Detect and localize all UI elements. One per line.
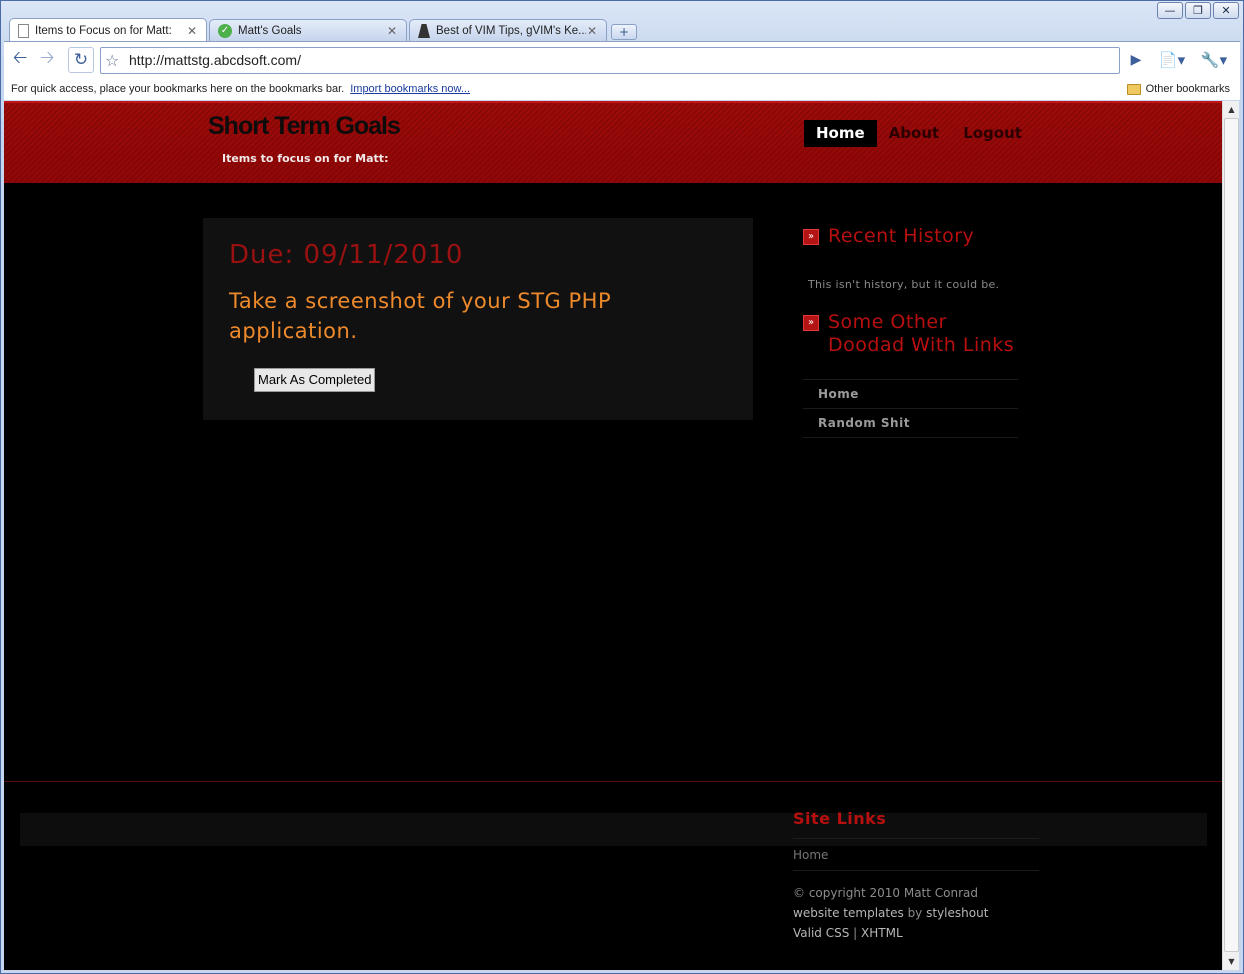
mark-completed-button[interactable]: Mark As Completed [254,368,376,392]
star-icon[interactable]: ☆ [105,51,127,70]
copyright: © copyright 2010 Matt Conrad [793,886,978,900]
nav-about[interactable]: About [877,120,952,147]
footer-site-links: Site Links Home © copyright 2010 Matt Co… [793,809,1039,943]
browser-toolbar: 🡠 🡢 ↻ ☆ http://mattstg.abcdsoft.com/ ▶ 📄… [4,41,1240,78]
goal-text: Take a screenshot of your STG PHP applic… [229,289,612,343]
footer-text: © copyright 2010 Matt Conrad website tem… [793,883,1039,943]
templates-link[interactable]: website templates [793,906,904,920]
raquo-icon: » [803,315,819,331]
scroll-up-icon[interactable]: ▲ [1223,101,1240,118]
address-bar[interactable]: ☆ http://mattstg.abcdsoft.com/ [100,46,1120,74]
sidebar-link-home[interactable]: Home [803,380,1018,409]
check-icon: ✓ [218,24,232,38]
raquo-icon: » [803,229,819,245]
page-icon [18,23,29,38]
other-bookmarks-button[interactable]: Other bookmarks [1126,83,1230,95]
vim-icon [418,24,430,38]
bookmarks-bar: For quick access, place your bookmarks h… [4,78,1240,100]
recent-history-text: This isn't history, but it could be. [808,278,1000,291]
close-window-button[interactable]: ✕ [1213,2,1239,19]
back-button[interactable]: 🡠 [8,47,32,72]
recent-history-heading: » Recent History [803,225,1018,248]
tab-items-to-focus[interactable]: Items to Focus on for Matt: ✕ [9,18,207,42]
maximize-button[interactable]: ❐ [1185,2,1211,19]
sidebar-link-random[interactable]: Random Shit [803,409,1018,438]
recent-history-title: Recent History [828,225,975,247]
links-title: Some Other Doodad With Links [828,311,1015,356]
other-bookmarks-label: Other bookmarks [1145,83,1230,95]
sidebar-links: Home Random Shit [803,379,1018,438]
bookmarks-hint: For quick access, place your bookmarks h… [11,83,345,95]
footer-title: Site Links [793,809,1039,839]
xhtml-link[interactable]: XHTML [861,926,903,940]
tab-title: Items to Focus on for Matt: [35,24,172,37]
site-title[interactable]: Short Term Goals [208,112,401,141]
tab-title: Matt's Goals [238,25,302,37]
tab-matts-goals[interactable]: ✓ Matt's Goals ✕ [209,19,407,42]
site-header: Short Term Goals Items to focus on for M… [4,101,1222,183]
due-date: Due: 09/11/2010 [229,240,464,270]
footer-link-home[interactable]: Home [793,839,1039,871]
footer-divider [4,781,1222,782]
scroll-down-icon[interactable]: ▼ [1223,953,1240,970]
valid-css-link[interactable]: Valid CSS [793,926,849,940]
validation-links: Valid CSS | XHTML [793,923,1039,943]
page-menu-icon[interactable]: 📄▾ [1154,47,1190,73]
folder-icon [1126,83,1141,95]
templates-by: by [907,906,923,920]
wrench-icon[interactable]: 🔧▾ [1196,47,1232,73]
url-text[interactable]: http://mattstg.abcdsoft.com/ [129,52,301,68]
forward-button[interactable]: 🡢 [35,47,59,72]
templates-credit: website templates by styleshout [793,903,1039,923]
tab-vim-tips[interactable]: Best of VIM Tips, gVIM's Ke... ✕ [409,19,607,42]
styleshout-link[interactable]: styleshout [926,906,988,920]
window-controls: — ❐ ✕ [1157,2,1239,19]
sidebar: » Recent History This isn't history, but… [803,225,1018,438]
nav-home[interactable]: Home [804,120,877,147]
tab-close-icon[interactable]: ✕ [186,24,198,38]
vertical-scrollbar[interactable]: ▲ ▼ [1222,101,1239,970]
tab-close-icon[interactable]: ✕ [386,24,398,38]
import-bookmarks-link[interactable]: Import bookmarks now... [350,83,470,95]
links-heading: » Some Other Doodad With Links [803,311,1018,357]
nav-logout[interactable]: Logout [951,120,1034,147]
go-button[interactable]: ▶ [1124,47,1148,73]
minimize-button[interactable]: — [1157,2,1183,19]
tab-close-icon[interactable]: ✕ [586,24,598,38]
page-viewport: Short Term Goals Items to focus on for M… [4,101,1222,970]
tab-title: Best of VIM Tips, gVIM's Ke... [436,25,586,37]
tab-strip: Items to Focus on for Matt: ✕ ✓ Matt's G… [9,18,637,42]
goal-card: Due: 09/11/2010 Take a screenshot of you… [203,218,753,420]
site-slogan: Items to focus on for Matt: [222,152,389,165]
site-nav: Home About Logout [804,120,1034,147]
reload-button[interactable]: ↻ [68,47,94,73]
new-tab-button[interactable]: + [611,24,637,40]
separator: | [853,926,858,940]
scroll-thumb[interactable] [1224,118,1239,952]
